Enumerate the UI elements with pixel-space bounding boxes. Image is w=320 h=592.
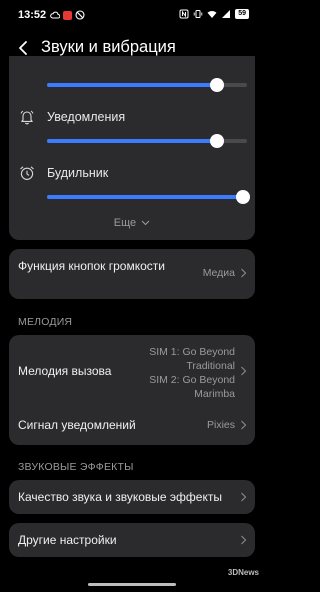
vibrate-icon — [193, 10, 203, 18]
bell-icon — [20, 110, 34, 125]
melody-card: Мелодия вызова SIM 1: Go Beyond Traditio… — [9, 335, 255, 445]
status-left-icons — [50, 10, 85, 20]
alarm-volume-slider[interactable] — [47, 190, 250, 204]
chevron-right-icon — [241, 366, 247, 376]
ringtone-sim2-line2: Marimba — [194, 388, 235, 400]
volume-buttons-title: Функция кнопок громкости — [18, 259, 165, 273]
back-arrow-icon[interactable] — [17, 40, 29, 56]
do-not-disturb-icon — [75, 10, 85, 20]
other-settings-row[interactable]: Другие настройки — [9, 523, 255, 557]
sound-quality-title: Качество звука и звуковые эффекты — [18, 490, 222, 504]
ringtone-sim2-line1: SIM 2: Go Beyond — [149, 374, 235, 386]
slider-fill — [47, 195, 243, 199]
page-title: Звуки и вибрация — [41, 38, 176, 56]
chevron-down-icon — [141, 220, 150, 226]
alarm-volume-label: Будильник — [47, 166, 109, 180]
chevron-right-icon — [241, 535, 247, 545]
slider-thumb[interactable] — [210, 78, 224, 92]
volume-card: Уведомления Будильник Еще — [9, 56, 255, 240]
section-label-melody: МЕЛОДИЯ — [18, 316, 73, 328]
slider-thumb[interactable] — [210, 134, 224, 148]
slider-fill — [47, 139, 217, 143]
volume-buttons-value: Медиа — [202, 267, 235, 279]
status-bar: 13:52 59 — [0, 0, 265, 32]
chevron-right-icon — [241, 492, 247, 502]
more-button[interactable]: Еще — [9, 217, 255, 229]
calendar-icon — [63, 11, 72, 20]
ringtone-sim1-line1: SIM 1: Go Beyond — [149, 346, 235, 358]
ringtone-title: Мелодия вызова — [18, 364, 112, 378]
ringtone-sim1-line2: Traditional — [186, 360, 235, 372]
notification-sound-value: Pixies — [206, 419, 235, 431]
ringtone-values: SIM 1: Go Beyond Traditional SIM 2: Go B… — [149, 345, 235, 401]
watermark: 3DNews — [227, 568, 259, 577]
status-time: 13:52 — [18, 9, 47, 21]
home-indicator[interactable] — [88, 583, 176, 586]
chevron-right-icon — [241, 420, 247, 430]
status-right-icons: 59 — [179, 9, 249, 19]
notification-sound-title: Сигнал уведомлений — [18, 418, 136, 432]
ringtone-row[interactable]: Мелодия вызова SIM 1: Go Beyond Traditio… — [9, 335, 255, 405]
signal-icon — [222, 10, 231, 18]
other-settings-title: Другие настройки — [18, 533, 117, 547]
media-volume-slider[interactable] — [47, 78, 247, 92]
notification-sound-row[interactable]: Сигнал уведомлений Pixies — [9, 405, 255, 445]
notifications-volume-label: Уведомления — [47, 110, 126, 124]
wifi-icon — [207, 10, 217, 18]
slider-thumb[interactable] — [236, 190, 250, 204]
more-label: Еще — [113, 217, 137, 229]
slider-fill — [47, 83, 217, 87]
cloud-icon — [50, 11, 60, 19]
notifications-volume-slider[interactable] — [47, 134, 247, 148]
battery-level: 59 — [235, 9, 249, 19]
sound-quality-row[interactable]: Качество звука и звуковые эффекты — [9, 480, 255, 514]
section-label-sound-effects: ЗВУКОВЫЕ ЭФФЕКТЫ — [18, 461, 134, 473]
alarm-clock-icon — [20, 166, 34, 180]
chevron-right-icon — [241, 268, 247, 278]
volume-buttons-row[interactable]: Функция кнопок громкости Медиа — [9, 249, 255, 299]
nfc-icon — [179, 9, 189, 19]
